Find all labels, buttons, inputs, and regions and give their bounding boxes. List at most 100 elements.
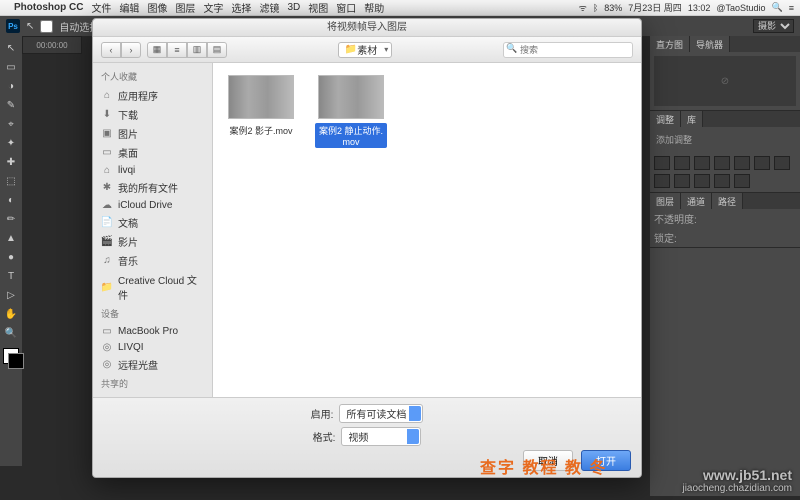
adj-icon[interactable] (694, 156, 710, 170)
sidebar-item[interactable]: ☁iCloud Drive (93, 197, 212, 213)
color-swatch[interactable] (3, 348, 19, 364)
sidebar-item[interactable]: 📄文稿 (93, 213, 212, 232)
sidebar-item-label: 影片 (118, 234, 138, 249)
tab-layers[interactable]: 图层 (650, 193, 681, 209)
crop-tool[interactable]: ⌖ (3, 116, 19, 132)
sidebar-item[interactable]: ⌂livqi (93, 162, 212, 178)
adj-icon[interactable] (754, 156, 770, 170)
menu-view[interactable]: 视图 (308, 0, 328, 15)
notifications-icon[interactable]: ≡ (789, 3, 794, 13)
tab-channels[interactable]: 通道 (681, 193, 712, 209)
sidebar-item[interactable]: 🎬影片 (93, 232, 212, 251)
timeline-timecode: 00:00:00 (22, 36, 82, 54)
sidebar-item[interactable]: ◎LIVQI (93, 339, 212, 355)
tab-library[interactable]: 库 (681, 111, 703, 127)
adj-icon[interactable] (674, 156, 690, 170)
adjustments-title: 添加调整 (650, 127, 800, 152)
file-item[interactable]: 案例2 影子.mov (225, 75, 297, 138)
sidebar-item[interactable]: 📁Creative Cloud 文件 (93, 270, 212, 304)
type-tool[interactable]: T (3, 268, 19, 284)
file-browser[interactable]: 案例2 影子.mov 案例2 静止动作.mov (213, 63, 641, 397)
adj-icon[interactable] (734, 156, 750, 170)
sidebar-icon: ⬇ (101, 109, 113, 121)
menu-edit[interactable]: 编辑 (119, 0, 139, 15)
bluetooth-icon[interactable]: ᛒ (593, 3, 598, 13)
view-list-button[interactable]: ≡ (167, 42, 187, 58)
sidebar-item[interactable]: ◎远程光盘 (93, 355, 212, 374)
search-icon[interactable]: 🔍 (772, 2, 783, 13)
format-dropdown[interactable]: 视频 (341, 427, 421, 446)
path-dropdown[interactable]: 📁 素材 (338, 42, 392, 58)
gradient-tool[interactable]: ▲ (3, 230, 19, 246)
menu-filter[interactable]: 滤镜 (259, 0, 279, 15)
zoom-tool[interactable]: 🔍 (3, 325, 19, 341)
menu-help[interactable]: 帮助 (364, 0, 384, 15)
nav-back-button[interactable]: ‹ (101, 42, 121, 58)
move-tool[interactable]: ↖ (3, 40, 19, 56)
eyedropper-tool[interactable]: ✦ (3, 135, 19, 151)
nav-forward-button[interactable]: › (121, 42, 141, 58)
menubar-user[interactable]: @TaoStudio (716, 3, 765, 13)
tab-paths[interactable]: 路径 (712, 193, 743, 209)
quick-select-tool[interactable]: ✎ (3, 97, 19, 113)
sidebar-item-label: iCloud Drive (118, 200, 172, 211)
dodge-tool[interactable]: ● (3, 249, 19, 265)
sidebar-icon: 📁 (101, 281, 113, 293)
adj-icon[interactable] (694, 174, 710, 188)
sidebar-item[interactable]: ✱我的所有文件 (93, 178, 212, 197)
menubar-date: 7月23日 周四 (628, 1, 682, 14)
view-columns-button[interactable]: ▥ (187, 42, 207, 58)
adj-icon[interactable] (654, 156, 670, 170)
enable-dropdown[interactable]: 所有可读文档 (339, 404, 423, 423)
brush-tool[interactable]: ⬚ (3, 173, 19, 189)
adj-icon[interactable] (734, 174, 750, 188)
file-item[interactable]: 案例2 静止动作.mov (315, 75, 387, 148)
video-thumbnail (228, 75, 294, 119)
sidebar-item[interactable]: ▣图片 (93, 124, 212, 143)
sidebar-item[interactable]: ⌂应用程序 (93, 86, 212, 105)
adj-icon[interactable] (714, 174, 730, 188)
tab-navigator[interactable]: 导航器 (690, 36, 730, 52)
adjustment-presets (650, 152, 800, 192)
app-name[interactable]: Photoshop CC (14, 2, 83, 13)
menu-image[interactable]: 图像 (147, 0, 167, 15)
path-tool[interactable]: ▷ (3, 287, 19, 303)
view-coverflow-button[interactable]: ▤ (207, 42, 227, 58)
menu-file[interactable]: 文件 (91, 0, 111, 15)
format-label: 格式: (313, 429, 336, 444)
sidebar-item[interactable]: ⬇下载 (93, 105, 212, 124)
right-panel-dock: 直方图 导航器 ⊘ 调整 库 添加调整 图层 通道 路径 不透明度: 锁定: (650, 36, 800, 496)
tab-histogram[interactable]: 直方图 (650, 36, 690, 52)
lasso-tool[interactable]: ◑ (3, 78, 19, 94)
wifi-icon[interactable]: ᯤ (579, 1, 587, 14)
stamp-tool[interactable]: ◐ (3, 192, 19, 208)
menu-3d[interactable]: 3D (287, 2, 300, 13)
adj-icon[interactable] (654, 174, 670, 188)
eraser-tool[interactable]: ✏ (3, 211, 19, 227)
adj-icon[interactable] (674, 174, 690, 188)
search-input[interactable] (503, 42, 633, 58)
adj-icon[interactable] (774, 156, 790, 170)
hand-tool[interactable]: ✋ (3, 306, 19, 322)
enable-label: 启用: (311, 406, 334, 421)
adj-icon[interactable] (714, 156, 730, 170)
sidebar-item[interactable]: ♫音乐 (93, 251, 212, 270)
sidebar-item-label: livqi (118, 165, 135, 176)
sidebar-item-label: 文稿 (118, 215, 138, 230)
heal-tool[interactable]: ✚ (3, 154, 19, 170)
tab-adjustments[interactable]: 调整 (650, 111, 681, 127)
move-tool-icon[interactable]: ↖ (26, 21, 34, 32)
workspace-dropdown[interactable]: 摄影 (753, 19, 794, 33)
tool-palette: ↖ ▭ ◑ ✎ ⌖ ✦ ✚ ⬚ ◐ ✏ ▲ ● T ▷ ✋ 🔍 (0, 36, 22, 466)
marquee-tool[interactable]: ▭ (3, 59, 19, 75)
file-open-dialog: 将视频帧导入图层 ‹ › ▦ ≡ ▥ ▤ 📁 素材 个人收藏 ⌂应用程序⬇下载▣… (92, 18, 642, 478)
autoselect-checkbox[interactable] (40, 20, 53, 33)
view-icons-button[interactable]: ▦ (147, 42, 167, 58)
menu-text[interactable]: 文字 (203, 0, 223, 15)
sidebar-item[interactable]: ▭MacBook Pro (93, 323, 212, 339)
sidebar-icon: ◎ (101, 341, 113, 353)
sidebar-item[interactable]: ▭桌面 (93, 143, 212, 162)
menu-select[interactable]: 选择 (231, 0, 251, 15)
menu-window[interactable]: 窗口 (336, 0, 356, 15)
menu-layer[interactable]: 图层 (175, 0, 195, 15)
